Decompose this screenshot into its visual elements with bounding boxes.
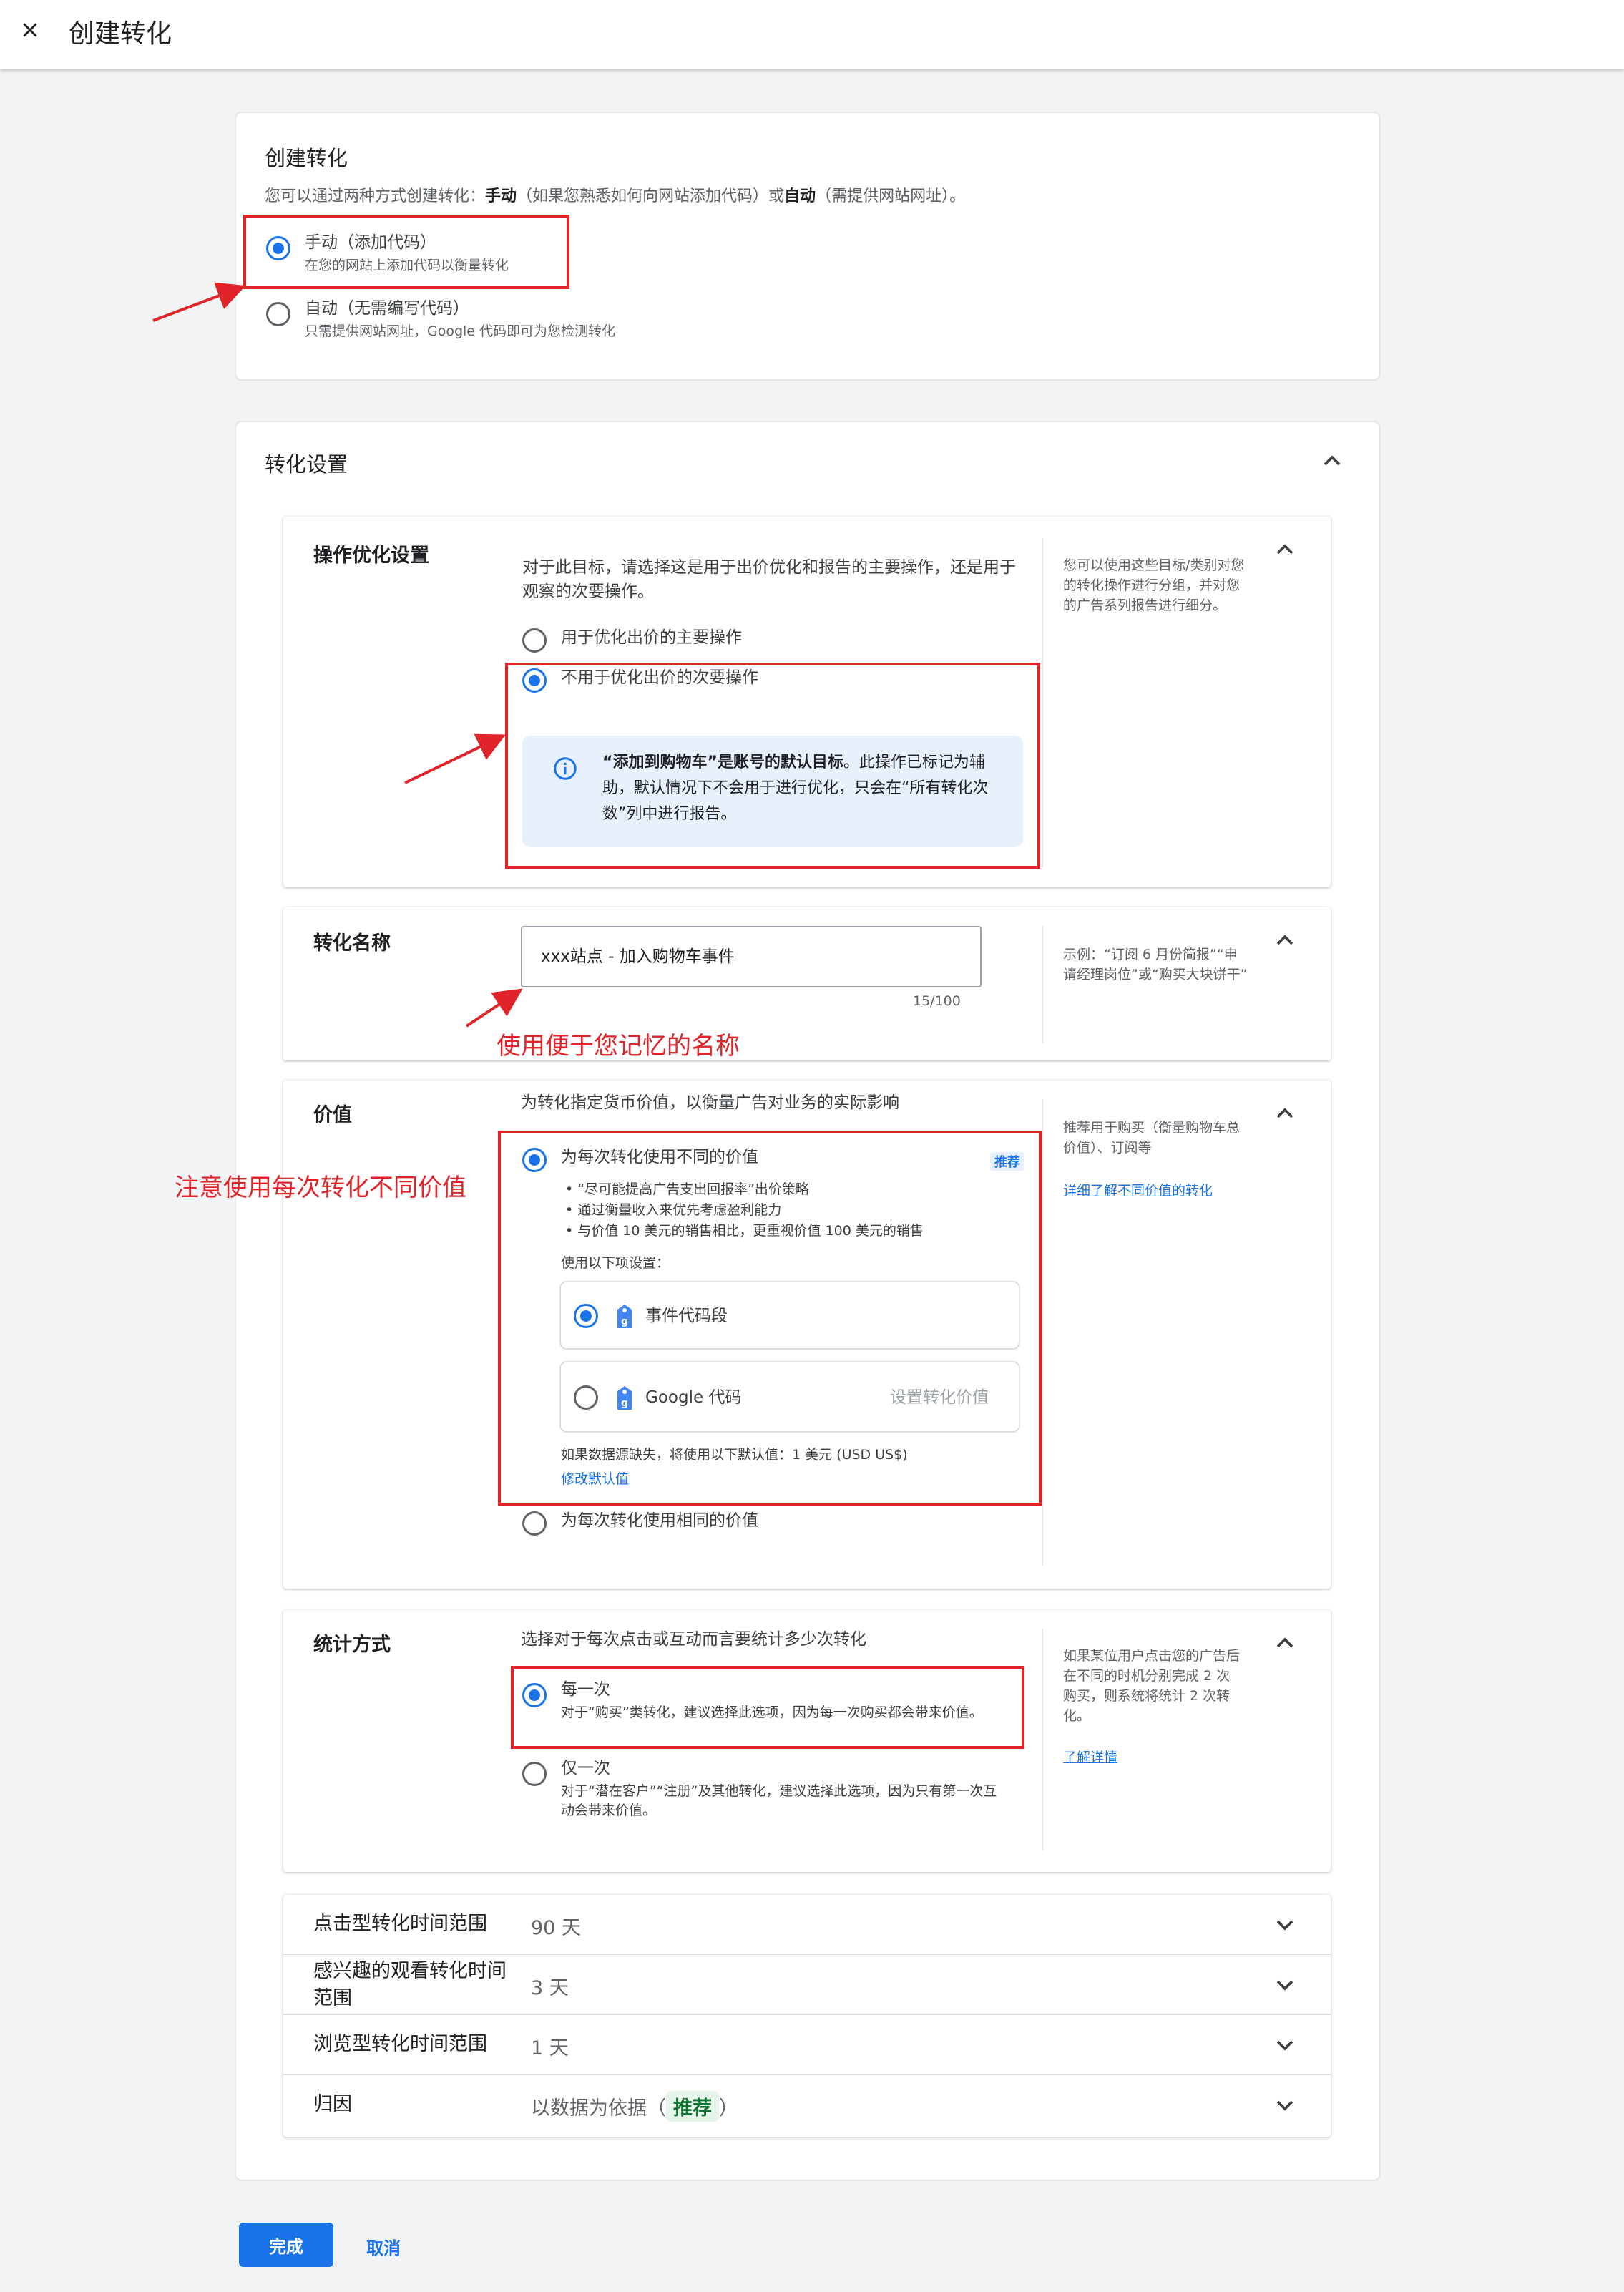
value-annotation-text: 注意使用每次转化不同价值 (175, 1174, 466, 1202)
annotation-arrows (152, 282, 523, 1028)
name-annotation-text: 使用便于您记忆的名称 (497, 1032, 740, 1060)
